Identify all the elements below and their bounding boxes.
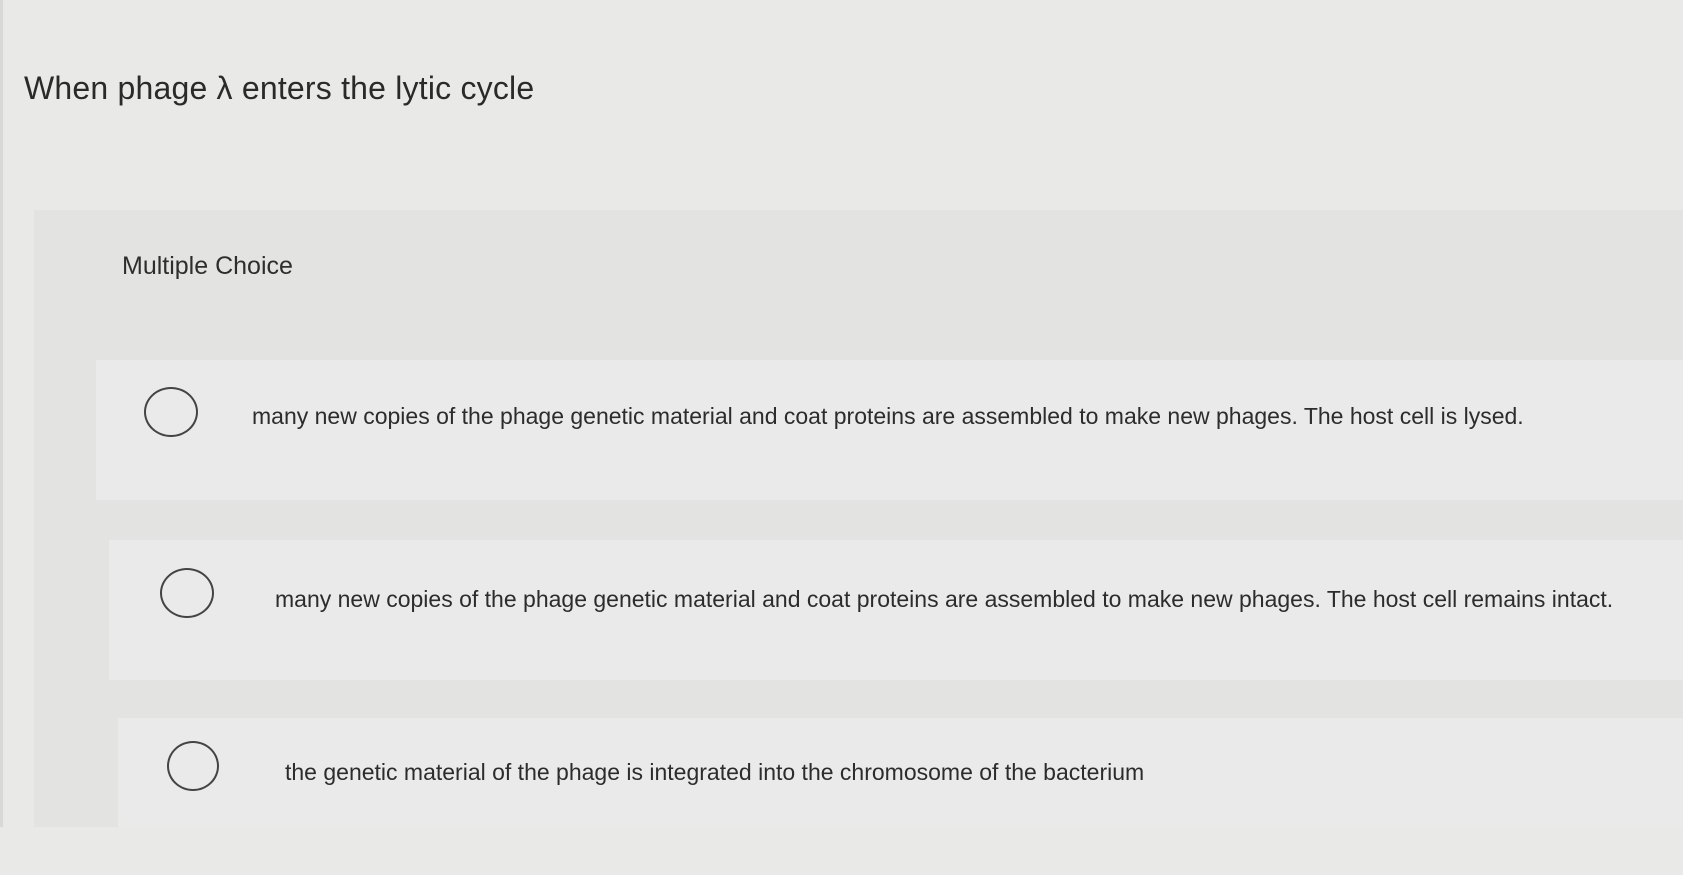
screen-crop-edge [0, 827, 1683, 875]
radio-button-icon[interactable] [144, 387, 198, 437]
radio-button-icon[interactable] [160, 568, 214, 618]
answer-option-2[interactable]: many new copies of the phage genetic mat… [109, 540, 1683, 680]
answer-option-label[interactable]: many new copies of the phage genetic mat… [252, 400, 1672, 433]
answer-option-1[interactable]: many new copies of the phage genetic mat… [96, 360, 1683, 500]
answer-option-label[interactable]: many new copies of the phage genetic mat… [275, 583, 1675, 616]
answer-option-label[interactable]: the genetic material of the phage is int… [285, 756, 1683, 789]
answer-panel: Multiple Choice many new copies of the p… [34, 210, 1683, 830]
radio-button-icon[interactable] [167, 741, 219, 791]
question-prompt: When phage λ enters the lytic cycle [24, 70, 535, 106]
question-type-label: Multiple Choice [122, 252, 293, 280]
answer-option-3[interactable]: the genetic material of the phage is int… [118, 718, 1683, 830]
photo-edge [0, 0, 3, 875]
